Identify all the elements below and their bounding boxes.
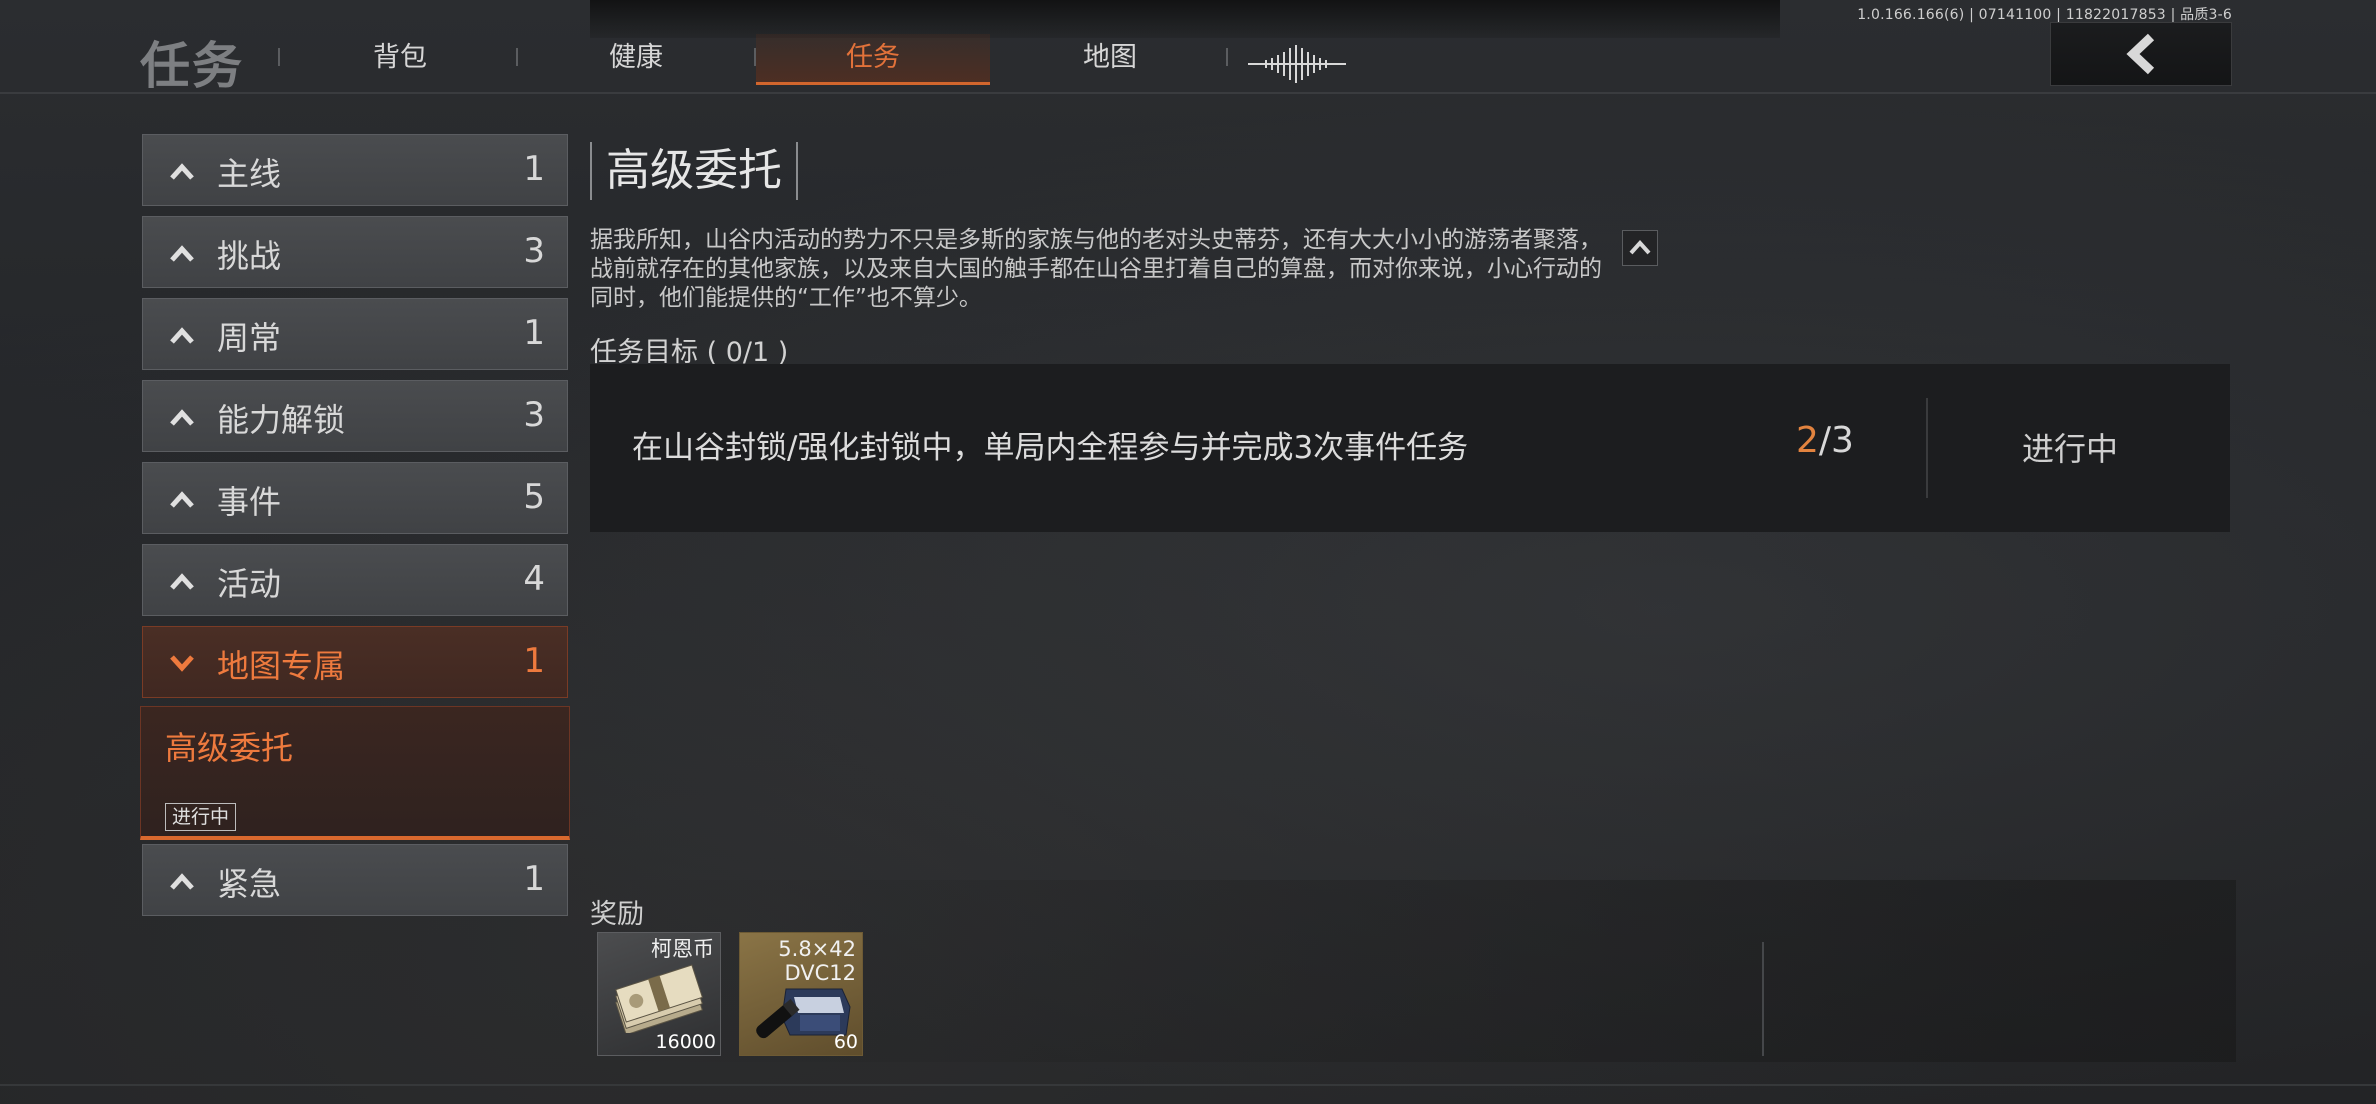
reward-item-ammo[interactable]: 5.8×42 DVC12 60 [739, 932, 863, 1056]
top-shadow [590, 0, 1780, 38]
objective-divider [1926, 398, 1928, 498]
category-main[interactable]: 主线 1 [142, 134, 568, 206]
category-label: 紧急 [217, 865, 282, 903]
category-label: 挑战 [217, 237, 282, 275]
reward-item-name: 柯恩币 [651, 937, 714, 961]
category-count: 1 [523, 859, 545, 899]
chevron-up-icon [170, 491, 194, 508]
tab-map[interactable]: 地图 [1010, 34, 1210, 82]
category-label: 能力解锁 [217, 401, 346, 439]
header-divider [0, 92, 2376, 94]
category-weekly[interactable]: 周常 1 [142, 298, 568, 370]
task-item-selected[interactable]: 高级委托 进行中 [140, 706, 570, 840]
bottom-divider [0, 1084, 2376, 1086]
category-label: 事件 [217, 483, 282, 521]
version-info: 1.0.166.166(6) | 07141100 | 11822017853 … [1857, 7, 2232, 23]
category-activity[interactable]: 活动 4 [142, 544, 568, 616]
category-urgent[interactable]: 紧急 1 [142, 844, 568, 916]
quest-title: 高级委托 [606, 145, 782, 196]
reward-item-name: 5.8×42 DVC12 [778, 937, 856, 985]
category-challenge[interactable]: 挑战 3 [142, 216, 568, 288]
category-map-exclusive[interactable]: 地图专属 1 [142, 626, 568, 698]
sound-wave-icon[interactable] [1246, 44, 1350, 84]
category-ability-unlock[interactable]: 能力解锁 3 [142, 380, 568, 452]
tab-backpack[interactable]: 背包 [300, 34, 500, 82]
category-count: 4 [523, 559, 545, 599]
category-label: 地图专属 [217, 647, 346, 685]
quest-title-box: 高级委托 [590, 142, 798, 200]
category-label: 周常 [217, 319, 282, 357]
chevron-up-icon [170, 327, 194, 344]
cash-stack-icon [615, 964, 703, 1033]
chevron-up-icon [170, 873, 194, 890]
chevron-up-icon [170, 163, 194, 180]
objective-row: 在山谷封锁/强化封锁中，单局内全程参与并完成3次事件任务 2/3 进行中 [590, 364, 2230, 532]
category-label: 活动 [217, 565, 282, 603]
chevron-up-icon [170, 409, 194, 426]
quest-description: 据我所知，山谷内活动的势力不只是多斯的家族与他的老对头史蒂芬，还有大大小小的游荡… [590, 227, 1602, 311]
category-count: 1 [523, 641, 545, 681]
rewards-label: 奖励 [590, 899, 644, 930]
chevron-up-icon [170, 245, 194, 262]
category-count: 1 [523, 149, 545, 189]
objective-status: 进行中 [2022, 430, 2119, 468]
objective-progress: 2/3 [1796, 420, 1854, 461]
category-count: 3 [523, 231, 545, 271]
tab-separator [278, 48, 280, 66]
tab-separator [1226, 48, 1228, 66]
chevron-down-icon [170, 655, 194, 672]
reward-item-quantity: 16000 [655, 1031, 716, 1053]
category-label: 主线 [217, 155, 282, 193]
chevron-up-icon [170, 573, 194, 590]
chevron-up-icon [1629, 240, 1651, 255]
back-arrow-icon [2126, 33, 2155, 75]
category-count: 5 [523, 477, 545, 517]
reward-item-quantity: 60 [833, 1031, 858, 1053]
tab-separator [516, 48, 518, 66]
task-status-badge: 进行中 [165, 803, 237, 831]
collapse-description-button[interactable] [1622, 230, 1658, 266]
objective-text: 在山谷封锁/强化封锁中，单局内全程参与并完成3次事件任务 [632, 430, 1469, 466]
reward-item-currency[interactable]: 柯恩币 16000 [597, 932, 721, 1056]
page-title: 任务 [140, 37, 244, 95]
category-event[interactable]: 事件 5 [142, 462, 568, 534]
tab-health[interactable]: 健康 [536, 34, 736, 82]
tab-tasks[interactable]: 任务 [756, 34, 990, 85]
category-count: 1 [523, 313, 545, 353]
back-button[interactable] [2050, 22, 2232, 86]
objective-progress-total: /3 [1818, 420, 1854, 461]
category-count: 3 [523, 395, 545, 435]
task-item-name: 高级委托 [165, 729, 294, 767]
objective-progress-current: 2 [1796, 420, 1819, 461]
rewards-divider [1762, 942, 1764, 1056]
